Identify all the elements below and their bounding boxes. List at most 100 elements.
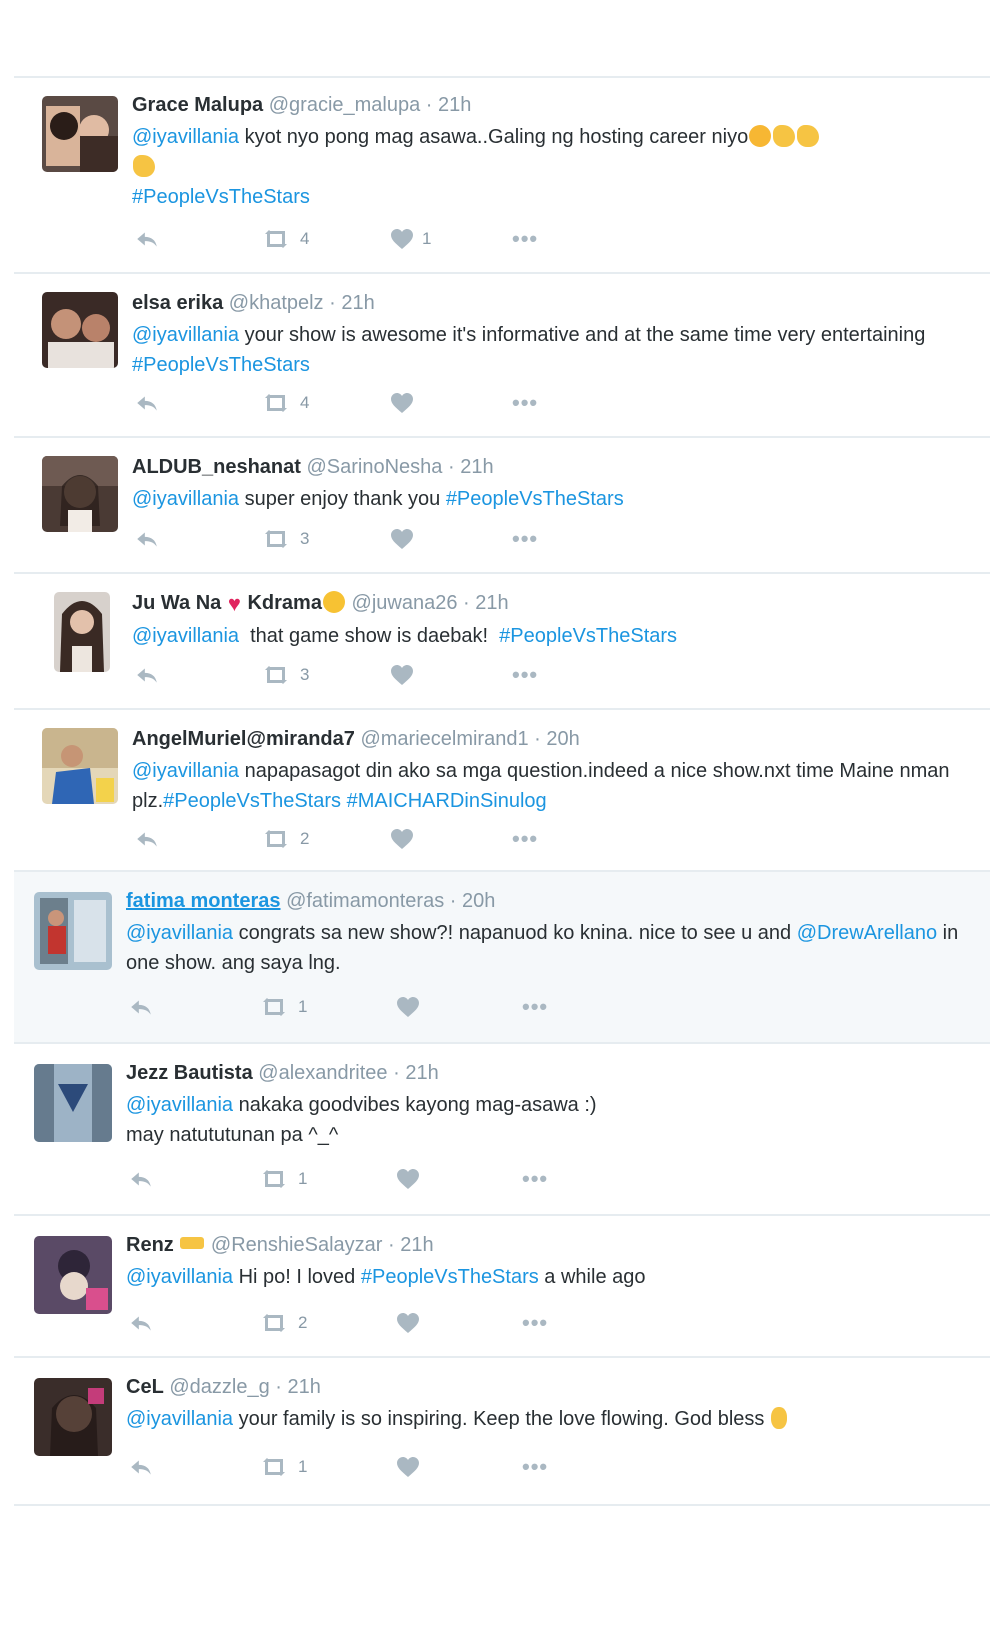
- retweet-button[interactable]: 3: [260, 524, 309, 554]
- avatar[interactable]: [54, 592, 110, 672]
- tweet-highlighted[interactable]: fatima monteras @fatimamonteras · 20h @i…: [14, 870, 990, 1042]
- retweet-button[interactable]: 1: [258, 1452, 307, 1482]
- hashtag-link[interactable]: #PeopleVsTheStars: [499, 625, 677, 647]
- retweet-button[interactable]: 4: [260, 388, 309, 418]
- mention-link[interactable]: @iyavillania: [132, 625, 239, 647]
- like-button[interactable]: [390, 524, 422, 554]
- like-button[interactable]: 1: [390, 224, 431, 254]
- display-name[interactable]: AngelMuriel@miranda7: [132, 728, 355, 750]
- avatar[interactable]: [42, 456, 118, 532]
- tweet[interactable]: Jezz Bautista @alexandritee · 21h @iyavi…: [14, 1042, 990, 1214]
- username[interactable]: @gracie_malupa: [269, 94, 421, 116]
- more-button[interactable]: •••: [522, 1452, 548, 1482]
- username[interactable]: @mariecelmirand1: [360, 728, 528, 750]
- hashtag-link[interactable]: #PeopleVsTheStars: [132, 354, 310, 376]
- reply-button[interactable]: [128, 1308, 154, 1338]
- more-button[interactable]: •••: [512, 660, 538, 690]
- reply-button[interactable]: [128, 992, 154, 1022]
- retweet-button[interactable]: 2: [260, 824, 309, 854]
- username[interactable]: @khatpelz: [229, 292, 324, 314]
- username[interactable]: @RenshieSalayzar: [211, 1234, 383, 1256]
- like-button[interactable]: [390, 824, 422, 854]
- reply-button[interactable]: [134, 388, 160, 418]
- more-button[interactable]: •••: [522, 992, 548, 1022]
- retweet-button[interactable]: 3: [260, 660, 309, 690]
- reply-button[interactable]: [128, 1452, 154, 1482]
- hashtag-link[interactable]: #PeopleVsTheStars: [446, 488, 624, 510]
- mention-link[interactable]: @iyavillania: [126, 1408, 233, 1430]
- timestamp[interactable]: 21h: [460, 456, 493, 478]
- more-button[interactable]: •••: [522, 1308, 548, 1338]
- mention-link[interactable]: @iyavillania: [126, 1094, 233, 1116]
- retweet-button[interactable]: 1: [258, 1164, 307, 1194]
- tweet[interactable]: Renz @RenshieSalayzar · 21h @iyavillania…: [14, 1214, 990, 1356]
- display-name[interactable]: Grace Malupa: [132, 94, 263, 116]
- avatar[interactable]: [34, 1378, 112, 1456]
- like-button[interactable]: [396, 1164, 428, 1194]
- reply-button[interactable]: [134, 660, 160, 690]
- retweet-button[interactable]: 2: [258, 1308, 307, 1338]
- retweet-icon: [260, 391, 292, 415]
- timestamp[interactable]: 20h: [462, 890, 495, 912]
- avatar[interactable]: [34, 1236, 112, 1314]
- more-button[interactable]: •••: [512, 524, 538, 554]
- avatar[interactable]: [42, 292, 118, 368]
- hashtag-link[interactable]: #PeopleVsTheStars: [132, 186, 310, 208]
- mention-link[interactable]: @iyavillania: [126, 922, 233, 944]
- like-button[interactable]: [390, 660, 422, 690]
- timestamp[interactable]: 20h: [546, 728, 579, 750]
- more-button[interactable]: •••: [512, 224, 538, 254]
- mention-link[interactable]: @iyavillania: [132, 126, 239, 148]
- like-button[interactable]: [396, 992, 428, 1022]
- like-button[interactable]: [390, 388, 422, 418]
- reply-button[interactable]: [128, 1164, 154, 1194]
- hashtag-link[interactable]: #MAICHARDinSinulog: [347, 790, 547, 812]
- display-name[interactable]: ALDUB_neshanat: [132, 456, 301, 478]
- more-button[interactable]: •••: [522, 1164, 548, 1194]
- retweet-button[interactable]: 1: [258, 992, 307, 1022]
- hashtag-link[interactable]: #PeopleVsTheStars: [361, 1266, 539, 1288]
- display-name-part[interactable]: Kdrama: [247, 592, 321, 614]
- reply-button[interactable]: [134, 824, 160, 854]
- mention-link[interactable]: @iyavillania: [126, 1266, 233, 1288]
- display-name[interactable]: fatima monteras: [126, 890, 281, 912]
- like-button[interactable]: [396, 1452, 428, 1482]
- timestamp[interactable]: 21h: [405, 1062, 438, 1084]
- tweet[interactable]: elsa erika @khatpelz · 21h @iyavillania …: [14, 272, 990, 436]
- username[interactable]: @juwana26: [352, 592, 458, 614]
- tweet[interactable]: Ju Wa Na ♥ Kdrama @juwana26 · 21h @iyavi…: [14, 572, 990, 708]
- timestamp[interactable]: 21h: [475, 592, 508, 614]
- timestamp[interactable]: 21h: [400, 1234, 433, 1256]
- mention-link[interactable]: @DrewArellano: [797, 922, 937, 944]
- hashtag-link[interactable]: #PeopleVsTheStars: [163, 790, 341, 812]
- display-name[interactable]: Jezz Bautista: [126, 1062, 253, 1084]
- timestamp[interactable]: 21h: [438, 94, 471, 116]
- avatar[interactable]: [42, 96, 118, 172]
- tweet[interactable]: Grace Malupa @gracie_malupa · 21h @iyavi…: [14, 76, 990, 272]
- display-name[interactable]: elsa erika: [132, 292, 223, 314]
- display-name-part[interactable]: Ju Wa Na: [132, 592, 221, 614]
- mention-link[interactable]: @iyavillania: [132, 324, 239, 346]
- username[interactable]: @alexandritee: [258, 1062, 387, 1084]
- username[interactable]: @dazzle_g: [169, 1376, 269, 1398]
- avatar[interactable]: [42, 728, 118, 804]
- reply-button[interactable]: [134, 224, 160, 254]
- avatar[interactable]: [34, 892, 112, 970]
- timestamp[interactable]: 21h: [288, 1376, 321, 1398]
- username[interactable]: @SarinoNesha: [306, 456, 442, 478]
- reply-button[interactable]: [134, 524, 160, 554]
- tweet[interactable]: AngelMuriel@miranda7 @mariecelmirand1 · …: [14, 708, 990, 870]
- mention-link[interactable]: @iyavillania: [132, 488, 239, 510]
- display-name[interactable]: CeL: [126, 1376, 164, 1398]
- tweet[interactable]: CeL @dazzle_g · 21h @iyavillania your fa…: [14, 1356, 990, 1504]
- tweet[interactable]: ALDUB_neshanat @SarinoNesha · 21h @iyavi…: [14, 436, 990, 572]
- retweet-button[interactable]: 4: [260, 224, 309, 254]
- more-button[interactable]: •••: [512, 824, 538, 854]
- like-button[interactable]: [396, 1308, 428, 1338]
- avatar[interactable]: [34, 1064, 112, 1142]
- display-name[interactable]: Renz: [126, 1234, 174, 1256]
- timestamp[interactable]: 21h: [341, 292, 374, 314]
- more-button[interactable]: •••: [512, 388, 538, 418]
- username[interactable]: @fatimamonteras: [286, 890, 444, 912]
- mention-link[interactable]: @iyavillania: [132, 760, 239, 782]
